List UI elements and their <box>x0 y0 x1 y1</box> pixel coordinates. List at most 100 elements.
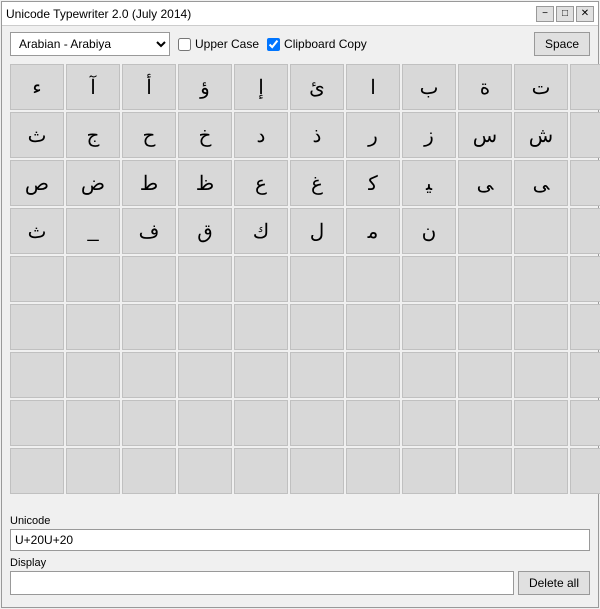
char-cell-0-9[interactable]: ت <box>514 64 568 110</box>
minimize-button[interactable]: − <box>536 6 554 22</box>
char-cell-0-1[interactable]: آ <box>66 64 120 110</box>
char-cell-4-4 <box>234 256 288 302</box>
char-cell-0-5[interactable]: ئ <box>290 64 344 110</box>
char-cell-7-0 <box>10 400 64 446</box>
char-cell-7-6 <box>346 400 400 446</box>
uppercase-label: Upper Case <box>195 37 259 51</box>
display-input[interactable] <box>10 571 514 595</box>
char-cell-8-10 <box>570 448 600 494</box>
char-cell-7-4 <box>234 400 288 446</box>
char-cell-6-0 <box>10 352 64 398</box>
char-cell-2-2[interactable]: ط <box>122 160 176 206</box>
display-label: Display <box>10 557 590 569</box>
content-area: Arabian - Arabiya Upper Case Clipboard C… <box>2 26 598 607</box>
clipboard-label: Clipboard Copy <box>284 37 367 51</box>
char-cell-0-8[interactable]: ة <box>458 64 512 110</box>
char-cell-0-0[interactable]: ء <box>10 64 64 110</box>
grid-row-8 <box>10 448 590 494</box>
char-cell-3-5[interactable]: ل <box>290 208 344 254</box>
char-cell-2-0[interactable]: ص <box>10 160 64 206</box>
char-cell-1-1[interactable]: ج <box>66 112 120 158</box>
char-cell-3-8 <box>458 208 512 254</box>
char-cell-2-1[interactable]: ض <box>66 160 120 206</box>
char-cell-1-0[interactable]: ث <box>10 112 64 158</box>
main-window: Unicode Typewriter 2.0 (July 2014) − □ ✕… <box>1 1 599 608</box>
char-cell-4-6 <box>346 256 400 302</box>
char-cell-0-6[interactable]: ا <box>346 64 400 110</box>
char-cell-6-5 <box>290 352 344 398</box>
char-cell-4-0 <box>10 256 64 302</box>
char-cell-7-3 <box>178 400 232 446</box>
char-cell-1-8[interactable]: س <box>458 112 512 158</box>
uppercase-checkbox[interactable] <box>178 38 191 51</box>
char-cell-1-2[interactable]: ح <box>122 112 176 158</box>
char-cell-5-10 <box>570 304 600 350</box>
char-cell-6-6 <box>346 352 400 398</box>
char-cell-1-6[interactable]: ر <box>346 112 400 158</box>
char-cell-5-1 <box>66 304 120 350</box>
char-cell-0-7[interactable]: ب <box>402 64 456 110</box>
char-cell-3-0[interactable]: ﺙ <box>10 208 64 254</box>
char-cell-6-4 <box>234 352 288 398</box>
char-cell-8-3 <box>178 448 232 494</box>
space-button[interactable]: Space <box>534 32 590 56</box>
char-cell-0-3[interactable]: ؤ <box>178 64 232 110</box>
char-cell-5-6 <box>346 304 400 350</box>
char-cell-3-1[interactable]: _ <box>66 208 120 254</box>
char-cell-1-9[interactable]: ش <box>514 112 568 158</box>
char-cell-2-6[interactable]: ﻛ <box>346 160 400 206</box>
char-cell-5-8 <box>458 304 512 350</box>
char-cell-7-5 <box>290 400 344 446</box>
close-button[interactable]: ✕ <box>576 6 594 22</box>
char-cell-8-1 <box>66 448 120 494</box>
char-cell-0-2[interactable]: أ <box>122 64 176 110</box>
char-cell-1-10 <box>570 112 600 158</box>
char-cell-7-7 <box>402 400 456 446</box>
char-cell-7-1 <box>66 400 120 446</box>
char-cell-5-9 <box>514 304 568 350</box>
char-cell-8-0 <box>10 448 64 494</box>
title-bar: Unicode Typewriter 2.0 (July 2014) − □ ✕ <box>2 2 598 26</box>
char-cell-5-4 <box>234 304 288 350</box>
char-cell-7-8 <box>458 400 512 446</box>
grid-row-0: ءآأؤإئابةت <box>10 64 590 110</box>
clipboard-checkbox[interactable] <box>267 38 280 51</box>
char-cell-2-4[interactable]: ع <box>234 160 288 206</box>
char-cell-1-5[interactable]: ذ <box>290 112 344 158</box>
char-cell-2-8[interactable]: ﻰ <box>458 160 512 206</box>
char-cell-2-3[interactable]: ظ <box>178 160 232 206</box>
char-cell-2-5[interactable]: غ <box>290 160 344 206</box>
delete-all-button[interactable]: Delete all <box>518 571 590 595</box>
display-field-group: Display Delete all <box>10 557 590 595</box>
char-cell-5-2 <box>122 304 176 350</box>
char-cell-1-7[interactable]: ز <box>402 112 456 158</box>
char-cell-3-6[interactable]: ﻣ <box>346 208 400 254</box>
char-cell-3-3[interactable]: ق <box>178 208 232 254</box>
char-cell-5-5 <box>290 304 344 350</box>
char-cell-3-2[interactable]: ف <box>122 208 176 254</box>
char-cell-6-2 <box>122 352 176 398</box>
char-cell-8-7 <box>402 448 456 494</box>
char-cell-4-1 <box>66 256 120 302</box>
uppercase-group: Upper Case <box>178 37 259 51</box>
char-cell-2-9[interactable]: ﻰ <box>514 160 568 206</box>
char-cell-7-10 <box>570 400 600 446</box>
char-cell-3-7[interactable]: ن <box>402 208 456 254</box>
unicode-input[interactable] <box>10 529 590 551</box>
grid-row-4 <box>10 256 590 302</box>
char-cell-8-5 <box>290 448 344 494</box>
language-dropdown[interactable]: Arabian - Arabiya <box>10 32 170 56</box>
char-cell-3-4[interactable]: ك <box>234 208 288 254</box>
char-cell-1-4[interactable]: د <box>234 112 288 158</box>
char-cell-4-3 <box>178 256 232 302</box>
maximize-button[interactable]: □ <box>556 6 574 22</box>
char-cell-7-9 <box>514 400 568 446</box>
char-cell-4-5 <box>290 256 344 302</box>
char-cell-1-3[interactable]: خ <box>178 112 232 158</box>
char-cell-2-7[interactable]: ﻴ <box>402 160 456 206</box>
char-cell-7-2 <box>122 400 176 446</box>
char-cell-0-4[interactable]: إ <box>234 64 288 110</box>
grid-row-1: ثجحخدذرزسش <box>10 112 590 158</box>
char-cell-6-7 <box>402 352 456 398</box>
char-cell-0-10 <box>570 64 600 110</box>
